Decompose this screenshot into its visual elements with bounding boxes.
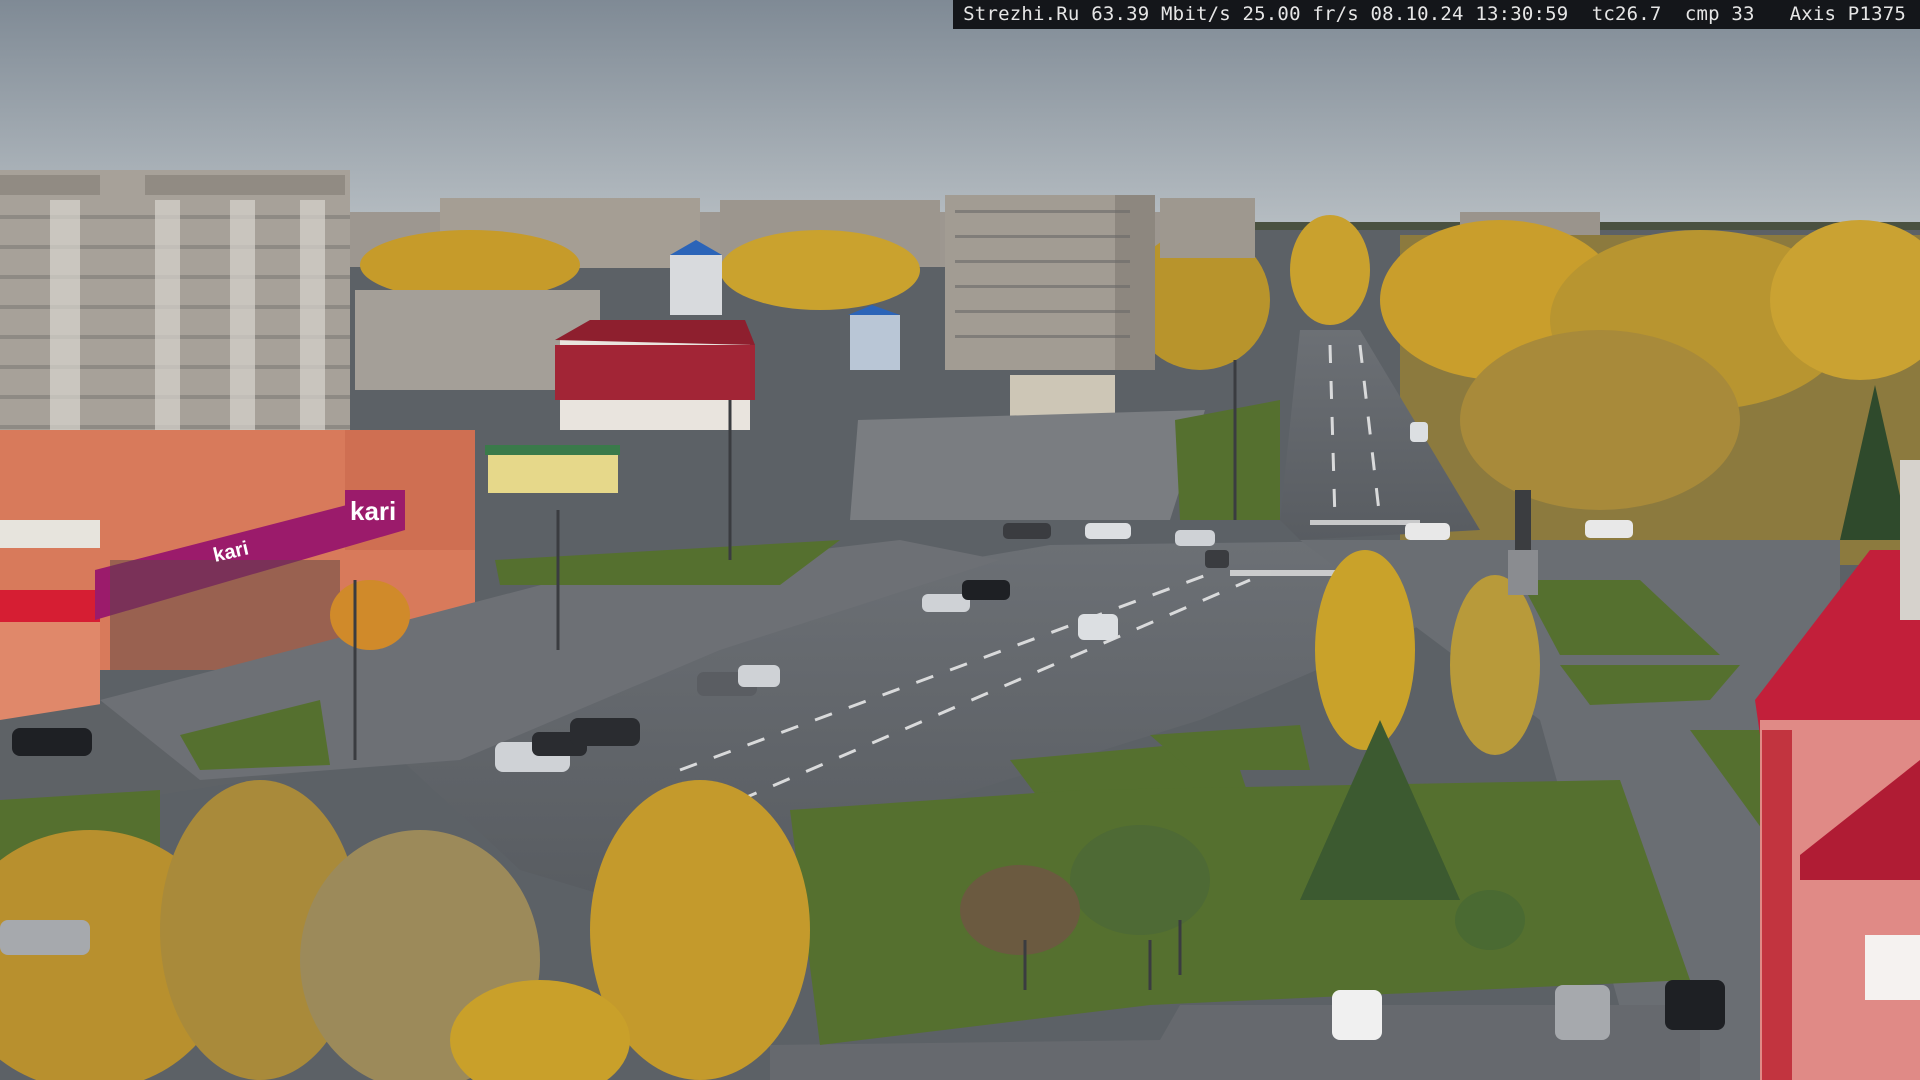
- osd-tc: tc26.7: [1591, 3, 1662, 25]
- osd-cmp: cmp 33: [1684, 3, 1755, 25]
- osd-framerate: 25.00 fr/s: [1242, 3, 1359, 25]
- osd-camera: Axis P1375: [1789, 3, 1906, 25]
- webcam-scene: kari kari: [0, 0, 1920, 1080]
- central-plaza: [850, 410, 1205, 520]
- osd-date: 08.10.24: [1370, 3, 1464, 25]
- osd-bitrate: 63.39 Mbit/s: [1091, 3, 1231, 25]
- osd-time: 13:30:59: [1475, 3, 1569, 25]
- osd-site: Strezhi.Ru: [963, 3, 1080, 25]
- camera-osd-overlay: Strezhi.Ru 63.39 Mbit/s 25.00 fr/s 08.10…: [953, 0, 1920, 29]
- store-logo-text: kari: [350, 496, 396, 526]
